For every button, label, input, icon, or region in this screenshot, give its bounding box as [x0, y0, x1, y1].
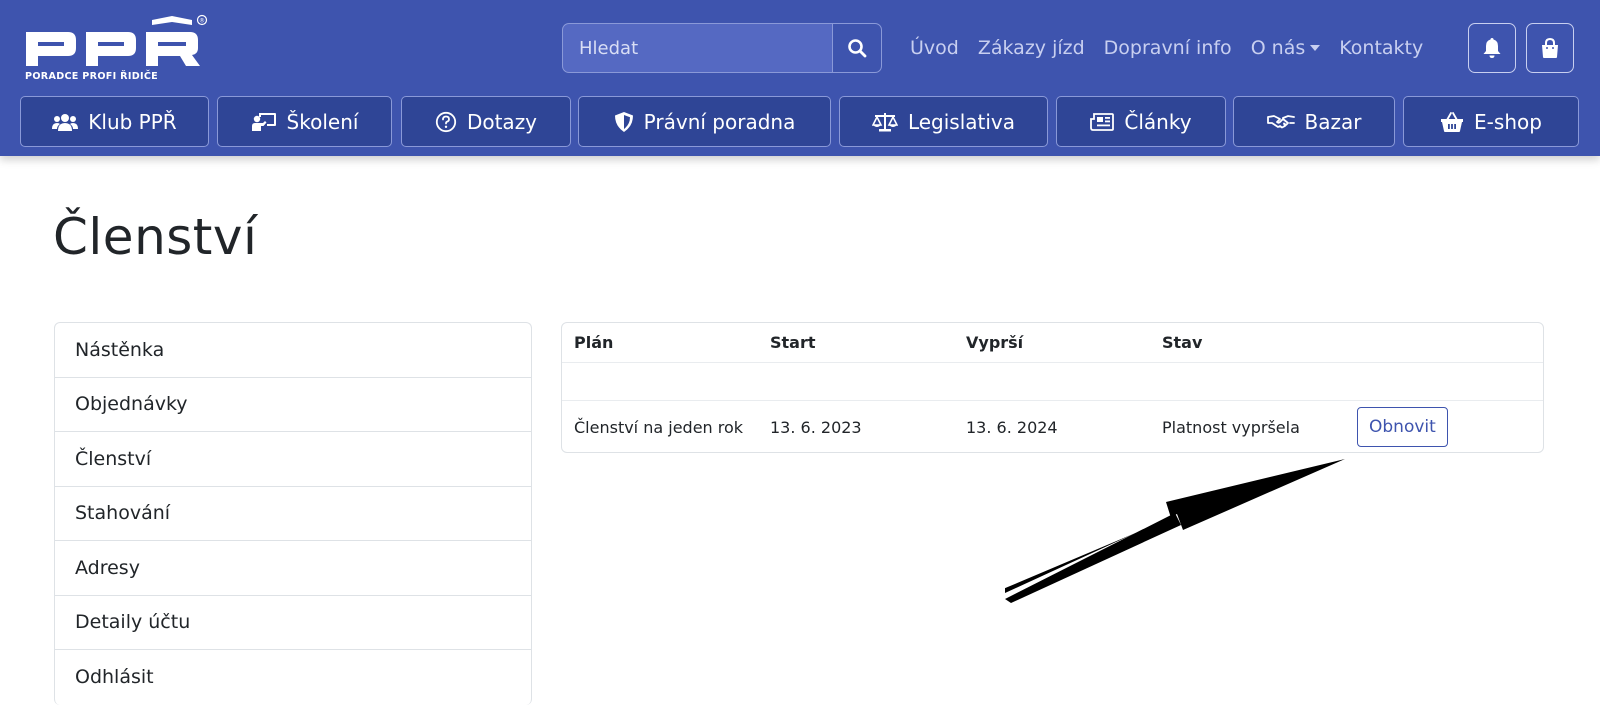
nav-legislativa-label: Legislativa	[907, 109, 1016, 134]
nav-bazar[interactable]: Bazar	[1233, 96, 1395, 147]
table-header-row: Plán Start Vyprší Stav	[562, 323, 1543, 363]
nav-legislativa[interactable]: Legislativa	[839, 96, 1048, 147]
search-icon	[848, 39, 867, 58]
nav-dotazy-label: Dotazy	[466, 109, 538, 134]
nav-clanky[interactable]: Články	[1056, 96, 1226, 147]
newspaper-icon	[1090, 112, 1115, 131]
cell-start: 13. 6. 2023	[770, 417, 862, 437]
sidebar-item-objednavky[interactable]: Objednávky	[55, 378, 531, 432]
top-link-o-nas[interactable]: O nás	[1251, 37, 1321, 59]
cell-action: Obnovit	[1346, 401, 1543, 453]
search-form	[562, 23, 882, 73]
top-link-uvod[interactable]: Úvod	[910, 37, 959, 59]
main-nav: Klub PPŘ Školení Dotazy Právní poradna L…	[0, 96, 1600, 147]
bell-icon	[1483, 38, 1501, 58]
top-links: Úvod Zákazy jízd Dopravní info O nás Kon…	[910, 23, 1423, 73]
basket-icon	[1441, 111, 1464, 132]
nav-skoleni[interactable]: Školení	[217, 96, 392, 147]
column-header-start: Start	[770, 333, 816, 352]
cell-status: Platnost vypršela	[1162, 417, 1300, 437]
nav-klub-ppr-label: Klub PPŘ	[88, 109, 177, 134]
handshake-icon	[1266, 114, 1295, 128]
annotation-arrow	[1005, 459, 1345, 603]
nav-skoleni-label: Školení	[286, 109, 359, 134]
question-circle-icon	[435, 111, 457, 132]
scales-icon	[871, 112, 898, 131]
top-link-kontakty[interactable]: Kontakty	[1339, 37, 1423, 59]
column-header-status: Stav	[1162, 333, 1203, 352]
search-input[interactable]	[562, 23, 832, 73]
cart-button[interactable]	[1526, 23, 1574, 73]
nav-dotazy[interactable]: Dotazy	[401, 96, 571, 147]
teacher-board-icon	[251, 112, 276, 131]
shield-icon	[614, 111, 633, 132]
column-header-expires: Vyprší	[966, 333, 1024, 352]
nav-klub-ppr[interactable]: Klub PPŘ	[20, 96, 209, 147]
nav-clanky-label: Články	[1124, 109, 1192, 134]
sidebar-item-detaily-uctu[interactable]: Detaily účtu	[55, 596, 531, 650]
nav-pravni-poradna-label: Právní poradna	[643, 109, 796, 134]
nav-pravni-poradna[interactable]: Právní poradna	[578, 96, 831, 147]
nav-e-shop[interactable]: E-shop	[1403, 96, 1579, 147]
column-header-action	[1346, 323, 1543, 362]
shopping-bag-icon	[1542, 37, 1558, 58]
sidebar-item-clenstvi[interactable]: Členství	[55, 432, 531, 487]
top-link-o-nas-label: O nás	[1250, 37, 1306, 59]
notifications-button[interactable]	[1468, 23, 1516, 73]
table-row: Členství na jeden rok 13. 6. 2023 13. 6.…	[562, 401, 1543, 453]
registered-mark: ®	[199, 18, 205, 25]
nav-bazar-label: Bazar	[1304, 109, 1362, 134]
sidebar-item-adresy[interactable]: Adresy	[55, 541, 531, 596]
membership-table: Plán Start Vyprší Stav Členství na jeden…	[561, 322, 1544, 453]
account-sidebar: Nástěnka Objednávky Členství Stahování A…	[54, 322, 532, 705]
sidebar-item-nastenka[interactable]: Nástěnka	[55, 323, 531, 378]
sidebar-item-odhlasit[interactable]: Odhlásit	[55, 650, 531, 705]
table-empty-row	[562, 363, 1543, 401]
page-title: Členství	[53, 208, 258, 266]
cell-plan: Členství na jeden rok	[574, 417, 744, 437]
cell-expires: 13. 6. 2024	[966, 417, 1058, 437]
caret-down-icon	[1310, 45, 1321, 51]
site-header: ® PORADCE PROFI ŘIDIČE Úvod Zákazy jízd …	[0, 0, 1600, 156]
top-link-zakazy-jizd[interactable]: Zákazy jízd	[978, 37, 1085, 59]
logo-subtitle: PORADCE PROFI ŘIDIČE	[25, 69, 158, 82]
ppr-logo[interactable]: ® PORADCE PROFI ŘIDIČE	[24, 14, 210, 84]
renew-button[interactable]: Obnovit	[1357, 407, 1448, 447]
nav-e-shop-label: E-shop	[1474, 109, 1542, 134]
sidebar-item-stahovani[interactable]: Stahování	[55, 487, 531, 541]
top-link-dopravni-info[interactable]: Dopravní info	[1104, 37, 1232, 59]
users-icon	[52, 113, 79, 131]
search-button[interactable]	[832, 23, 882, 73]
column-header-plan: Plán	[574, 333, 614, 352]
